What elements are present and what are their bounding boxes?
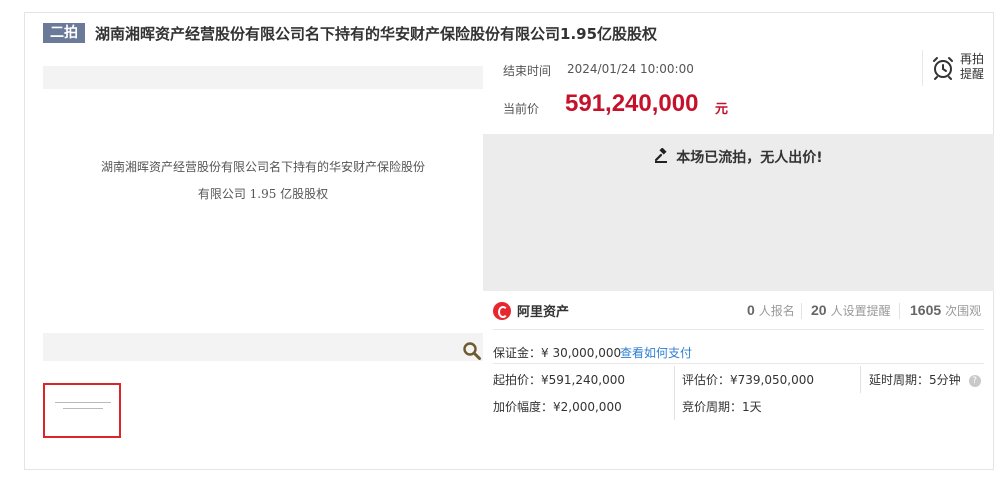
document-text-line-2: 有限公司 1.95 亿股股权 (197, 187, 329, 201)
divider (493, 329, 984, 330)
alarm-clock-icon (933, 57, 953, 80)
auction-round-badge: 二拍 (43, 23, 85, 43)
image-thumbnail[interactable] (43, 383, 121, 438)
gavel-icon (655, 147, 668, 163)
bid-increment: 加价幅度：¥2,000,000 (493, 400, 622, 414)
divider (493, 363, 984, 364)
relist-reminder-button[interactable]: 再拍 提醒 (922, 50, 985, 86)
remind-label-line-2: 提醒 (960, 67, 985, 81)
help-icon[interactable]: ? (968, 374, 981, 387)
alibaba-assets-logo-icon (493, 301, 511, 320)
current-price-value: 591,240,000 (565, 90, 699, 117)
reminder-count: 20 人设置提醒 (811, 302, 891, 318)
platform-name: 阿里资产 (517, 305, 570, 320)
title-row: 二拍 湖南湘晖资产经营股份有限公司名下持有的华安财产保险股份有限公司1.95亿股… (43, 22, 657, 44)
end-time-label: 结束时间 (503, 64, 552, 78)
how-to-pay-link[interactable]: 查看如何支付 (620, 344, 692, 361)
view-count: 1605 次围观 (910, 302, 982, 318)
page-title: 湖南湘晖资产经营股份有限公司名下持有的华安财产保险股份有限公司1.95亿股股权 (95, 24, 658, 43)
deposit-info: 保证金：¥ 30,000,000 (493, 346, 622, 360)
document-text-line-1: 湖南湘晖资产经营股份有限公司名下持有的华安财产保险股份 (100, 160, 425, 174)
assessed-price: 评估价：¥739,050,000 (682, 373, 814, 387)
delay-cycle: 延时周期：5分钟? (869, 371, 981, 388)
auction-status-box: 本场已流拍，无人出价! (483, 134, 994, 291)
signup-count: 0 人报名 (747, 302, 795, 318)
start-price: 起拍价：¥591,240,000 (493, 373, 625, 387)
zoom-icon[interactable] (462, 341, 482, 361)
platform-brand: 阿里资产 (493, 301, 569, 320)
end-time-value: 2024/01/24 10:00:00 (567, 62, 694, 76)
viewer-top-bar (43, 66, 483, 89)
bid-cycle: 竞价周期：1天 (682, 400, 762, 414)
auction-status-text: 本场已流拍，无人出价! (676, 150, 823, 166)
remind-label-line-1: 再拍 (960, 52, 985, 66)
currency-unit: 元 (715, 102, 729, 117)
viewer-bottom-bar (43, 333, 483, 361)
current-price-label: 当前价 (503, 102, 540, 116)
